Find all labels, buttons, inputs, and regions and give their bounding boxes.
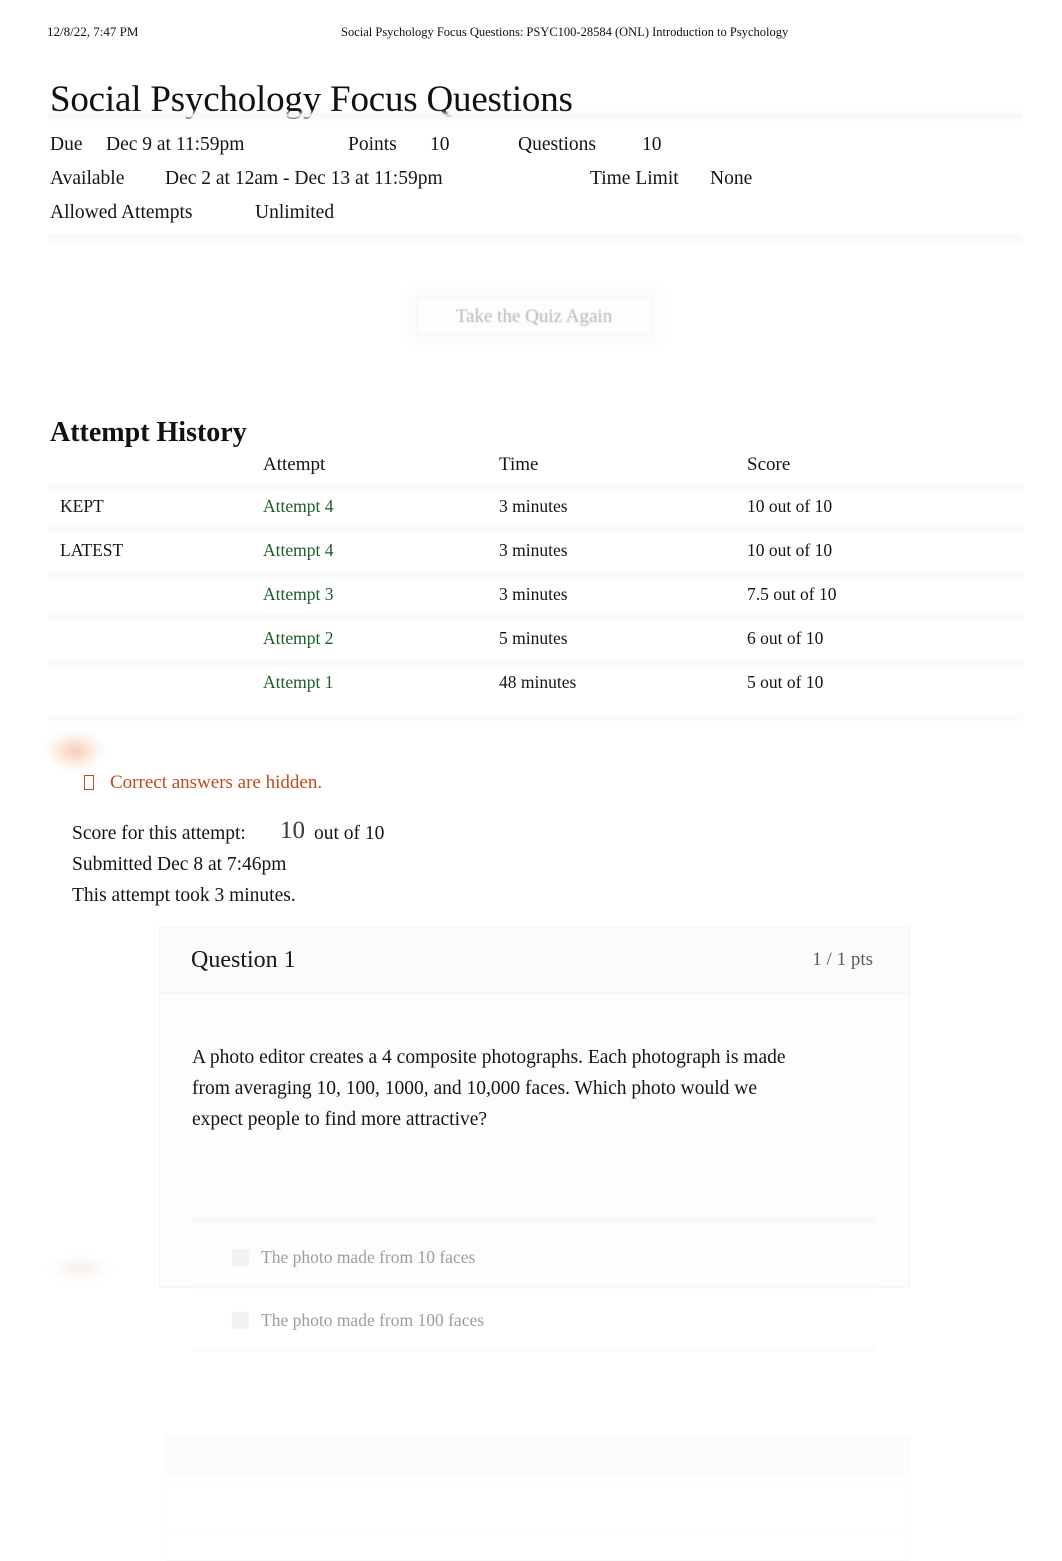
meta-row-due: Due Dec 9 at 11:59pm Points 10 Questions… (50, 128, 1030, 162)
attempt-link[interactable]: Attempt 4 (263, 540, 333, 560)
column-header-time: Time (499, 454, 539, 475)
question-name: Question 1 (191, 947, 296, 973)
next-question-card-partial (165, 1435, 910, 1561)
next-question-body-partial (172, 1480, 903, 1530)
score-label: Score for this attempt: (72, 823, 246, 844)
submitted-text: Submitted Dec 8 at 7:46pm (72, 854, 287, 875)
question-body: A photo editor creates a 4 composite pho… (160, 995, 909, 1353)
answer-list: The photo made from 10 faces The photo m… (160, 1233, 909, 1359)
due-label: Due (50, 134, 83, 155)
row-time: 48 minutes (499, 672, 577, 692)
meta-row-allowed-attempts: Allowed Attempts Unlimited (50, 196, 1030, 230)
row-time: 3 minutes (499, 540, 568, 560)
hidden-answers-notice: Correct answers are hidden. (84, 770, 322, 796)
meta-divider-bottom (48, 232, 1023, 244)
attempt-link[interactable]: Attempt 2 (263, 628, 333, 648)
points-label: Points (348, 134, 397, 155)
row-score: 7.5 out of 10 (747, 584, 837, 604)
time-limit-label: Time Limit (590, 168, 679, 189)
column-header-attempt: Attempt (263, 454, 326, 475)
radio-button-icon[interactable] (232, 1312, 249, 1329)
available-label: Available (50, 168, 125, 189)
due-value: Dec 9 at 11:59pm (106, 134, 245, 155)
question-text-divider (192, 1215, 876, 1225)
available-value: Dec 2 at 12am - Dec 13 at 11:59pm (165, 168, 443, 189)
answer-divider (192, 1345, 876, 1353)
allowed-attempts-label: Allowed Attempts (50, 202, 193, 223)
print-date: 12/8/22, 7:47 PM (47, 24, 139, 39)
row-score: 6 out of 10 (747, 628, 824, 648)
score-out-of: out of 10 (314, 823, 385, 844)
row-score: 10 out of 10 (747, 496, 833, 516)
points-value: 10 (430, 134, 450, 155)
row-flag: LATEST (60, 540, 124, 560)
attempt-link[interactable]: Attempt 1 (263, 672, 333, 692)
row-score: 10 out of 10 (747, 540, 833, 560)
take-quiz-again-button[interactable]: Take the Quiz Again (416, 297, 652, 335)
attempt-history-heading: Attempt History (50, 417, 247, 449)
attempt-link[interactable]: Attempt 4 (263, 496, 333, 516)
retake-quiz-button-region[interactable]: Take the Quiz Again (406, 288, 662, 344)
row-flag: KEPT (60, 496, 104, 516)
questions-label: Questions (518, 134, 596, 155)
hidden-answers-notice-text: Correct answers are hidden. (110, 772, 323, 793)
meta-row-available: Available Dec 2 at 12am - Dec 13 at 11:5… (50, 162, 1030, 196)
quiz-meta-block: Due Dec 9 at 11:59pm Points 10 Questions… (50, 128, 1030, 230)
answer-label: The photo made from 10 faces (261, 1247, 476, 1267)
row-score: 5 out of 10 (747, 672, 824, 692)
question-header: Question 1 1 / 1 pts (160, 927, 909, 994)
notice-divider (48, 712, 1023, 722)
question-card: Question 1 1 / 1 pts A photo editor crea… (159, 926, 910, 1353)
warning-icon (46, 731, 104, 771)
column-header-score: Score (747, 454, 791, 475)
next-question-header-partial (166, 1436, 909, 1474)
row-time: 3 minutes (499, 496, 568, 516)
attempt-link[interactable]: Attempt 3 (263, 584, 333, 604)
time-limit-value: None (710, 168, 753, 189)
missing-glyph-icon (84, 775, 94, 790)
answer-option[interactable]: The photo made from 100 faces (160, 1296, 909, 1359)
table-row: Attempt 1 48 minutes 5 out of 10 (48, 656, 1023, 708)
page-edge-artifact (44, 1258, 116, 1284)
answer-divider (192, 1282, 876, 1290)
answer-label: The photo made from 100 faces (261, 1310, 485, 1330)
allowed-attempts-value: Unlimited (255, 202, 335, 223)
meta-divider-top (48, 110, 1023, 122)
answer-option[interactable]: The photo made from 10 faces (160, 1233, 909, 1296)
duration-text: This attempt took 3 minutes. (72, 885, 296, 906)
print-header: 12/8/22, 7:47 PM Social Psychology Focus… (0, 24, 1062, 42)
attempt-history-table: Attempt Time Score KEPT Attempt 4 3 minu… (48, 448, 1023, 708)
questions-value: 10 (642, 134, 662, 155)
radio-button-icon[interactable] (232, 1249, 249, 1266)
print-document-title: Social Psychology Focus Questions: PSYC1… (341, 25, 789, 39)
question-text: A photo editor creates a 4 composite pho… (192, 1047, 786, 1130)
score-value: 10 (280, 817, 305, 844)
row-time: 5 minutes (499, 628, 568, 648)
question-points: 1 / 1 pts (812, 949, 873, 970)
row-time: 3 minutes (499, 584, 568, 604)
